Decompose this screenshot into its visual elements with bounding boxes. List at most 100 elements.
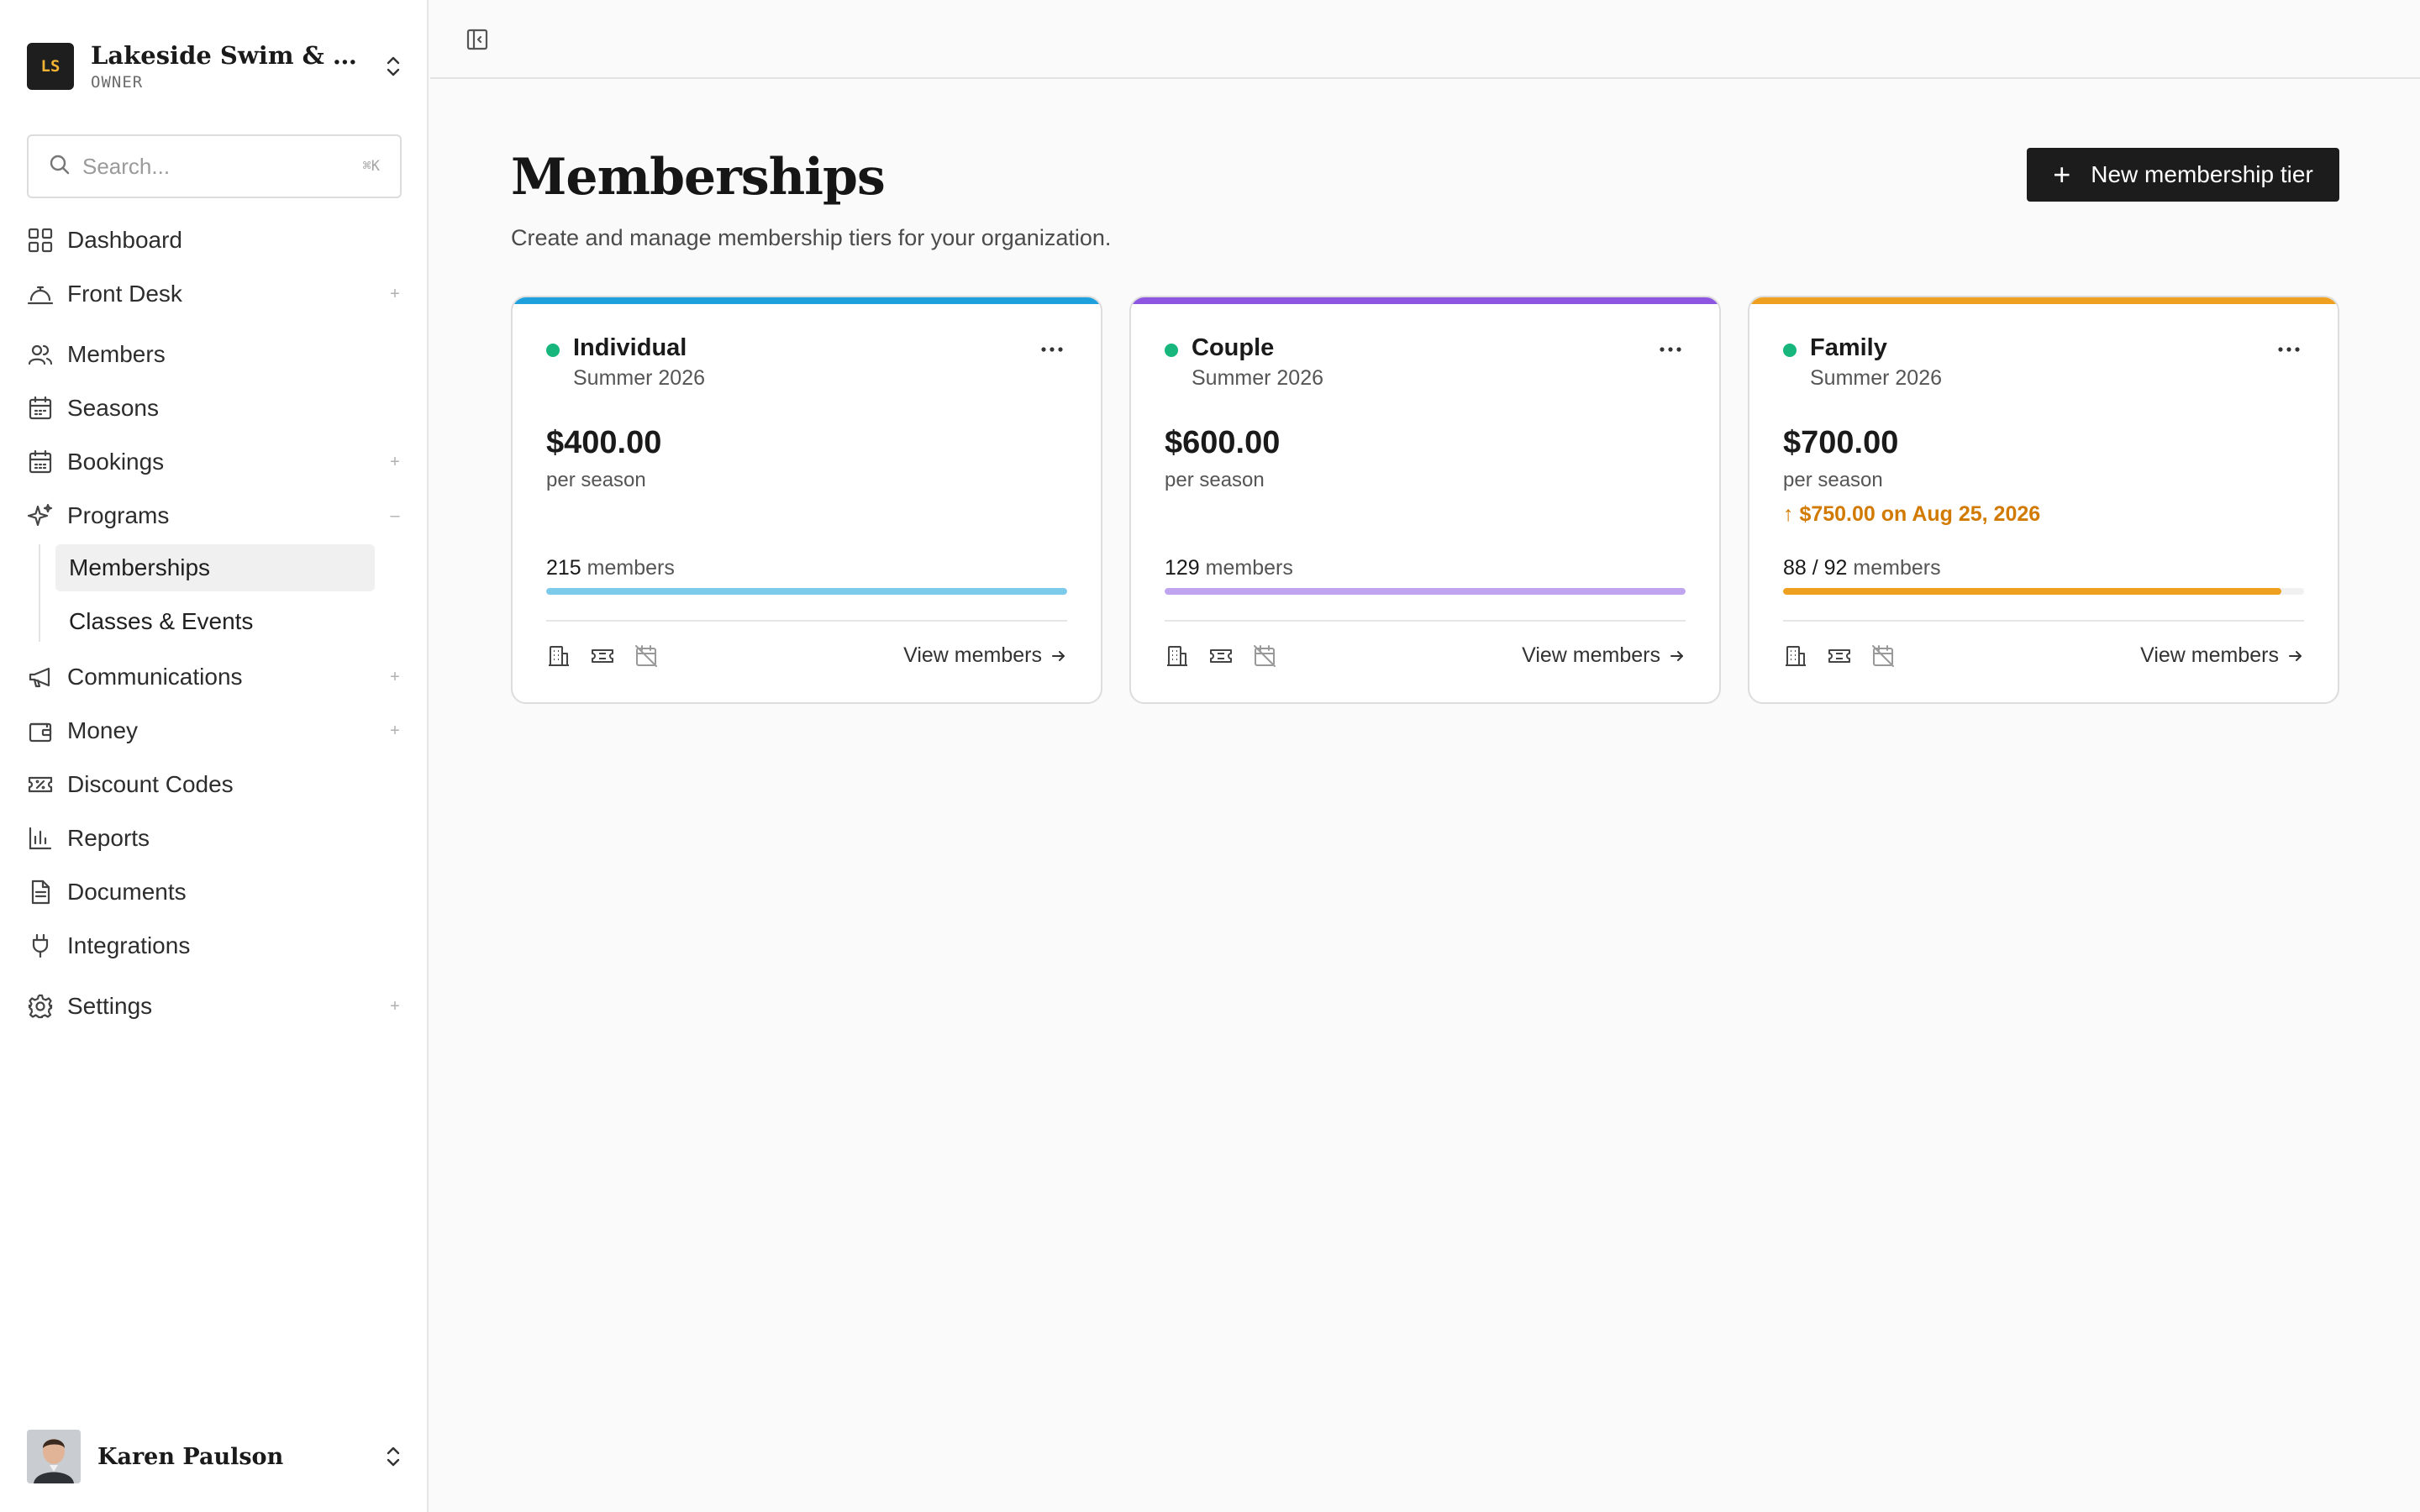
building-icon [1783, 643, 1808, 669]
sidebar-toggle-button[interactable] [462, 25, 492, 55]
tier-period: per season [1165, 469, 1265, 491]
status-dot [1783, 344, 1797, 357]
ticket-percent-icon [27, 771, 54, 798]
expand-icon[interactable]: + [388, 997, 402, 1016]
user-menu[interactable]: Karen Paulson [27, 1430, 405, 1483]
nav-memberships[interactable]: Memberships [55, 544, 375, 591]
tier-members: 129 members [1165, 556, 1293, 580]
nav-bookings[interactable]: Bookings + [27, 438, 402, 486]
link-label: View members [903, 643, 1042, 667]
building-icon [1165, 643, 1190, 669]
nav-settings[interactable]: Settings + [27, 983, 402, 1030]
button-label: New membership tier [2091, 161, 2313, 187]
users-icon [27, 341, 54, 368]
document-icon [27, 879, 54, 906]
capacity-fill [546, 588, 1067, 595]
expand-icon[interactable]: + [388, 453, 402, 472]
org-role: OWNER [91, 73, 144, 92]
members-label: members [587, 556, 675, 580]
concierge-bell-icon [27, 281, 54, 307]
nav-front-desk[interactable]: Front Desk + [27, 270, 402, 318]
more-options-button[interactable] [1037, 338, 1067, 361]
search-icon [49, 154, 71, 180]
building-icon [546, 643, 571, 669]
nav-programs[interactable]: Programs – [27, 492, 402, 539]
nav-label: Seasons [67, 395, 159, 421]
capacity-fill [1165, 588, 1686, 595]
new-membership-tier-button[interactable]: + New membership tier [2027, 148, 2339, 202]
sparkles-icon [27, 502, 54, 529]
capacity-bar [1165, 588, 1686, 595]
tier-card-family: Family Summer 2026 $700.00 per season ↑ … [1748, 296, 2339, 704]
dashboard-icon [27, 227, 54, 254]
search-input[interactable] [82, 153, 334, 180]
ticket-icon [1827, 643, 1852, 669]
megaphone-icon [27, 664, 54, 690]
gear-icon [27, 993, 54, 1020]
search-shortcut: ⌘K [362, 158, 380, 175]
link-label: View members [1522, 643, 1660, 667]
members-label: members [1205, 556, 1293, 580]
calendar-grid-icon [27, 449, 54, 475]
sidebar: LS Lakeside Swim & Ten... OWNER ⌘K Dashb… [0, 0, 429, 1512]
expand-icon[interactable]: + [388, 722, 402, 741]
nav-reports[interactable]: Reports [27, 815, 402, 862]
expand-icon[interactable]: + [388, 285, 402, 304]
org-switcher[interactable]: LS Lakeside Swim & Ten... OWNER [27, 40, 405, 92]
members-count: 88 / 92 [1783, 556, 1848, 580]
chevron-up-down-icon[interactable] [381, 50, 405, 83]
tier-period: per season [546, 469, 646, 491]
tier-price: $400.00 [546, 425, 662, 460]
card-divider [1165, 620, 1686, 622]
nav-seasons[interactable]: Seasons [27, 385, 402, 432]
nav-label: Settings [67, 993, 153, 1019]
nav-integrations[interactable]: Integrations [27, 922, 402, 969]
arrow-right-icon [1050, 648, 1067, 664]
members-count: 129 [1165, 556, 1200, 580]
nav-classes-events[interactable]: Classes & Events [55, 598, 375, 645]
view-members-link[interactable]: View members [903, 643, 1067, 668]
card-divider [1783, 620, 2304, 622]
tier-upcoming-price: ↑ $750.00 on Aug 25, 2026 [1783, 502, 2041, 526]
members-label: members [1853, 556, 1941, 580]
more-options-button[interactable] [1655, 338, 1686, 361]
view-members-link[interactable]: View members [2140, 643, 2304, 668]
collapse-icon[interactable]: – [388, 507, 402, 526]
tier-members: 215 members [546, 556, 675, 580]
nav-label: Bookings [67, 449, 165, 475]
plug-icon [27, 932, 54, 959]
nav-documents[interactable]: Documents [27, 869, 402, 916]
capacity-fill [1783, 588, 2282, 595]
tier-card-couple: Couple Summer 2026 $600.00 per season 12… [1129, 296, 1721, 704]
status-dot [546, 344, 560, 357]
nav-money[interactable]: Money + [27, 707, 402, 754]
calendar-off-icon [1252, 643, 1277, 669]
search-box[interactable]: ⌘K [27, 134, 402, 198]
nav-label: Discount Codes [67, 771, 234, 797]
view-members-link[interactable]: View members [1522, 643, 1686, 668]
more-options-button[interactable] [2274, 338, 2304, 361]
nav-label: Programs [67, 502, 170, 528]
nav-label: Money [67, 717, 139, 743]
chevron-up-down-icon[interactable] [381, 1440, 405, 1473]
card-divider [546, 620, 1067, 622]
page-title: Memberships [511, 148, 886, 207]
calendar-icon [27, 395, 54, 422]
top-bar [430, 0, 2420, 79]
nav-discount-codes[interactable]: Discount Codes [27, 761, 402, 808]
nav-label: Communications [67, 664, 243, 690]
card-accent-bar [513, 297, 1101, 304]
tier-price: $700.00 [1783, 425, 1899, 460]
expand-icon[interactable]: + [388, 668, 402, 687]
nav-members[interactable]: Members [27, 331, 402, 378]
nav-dashboard[interactable]: Dashboard [27, 217, 402, 264]
tier-period: per season [1783, 469, 1883, 491]
nav-label: Front Desk [67, 281, 182, 307]
nav-label: Integrations [67, 932, 191, 958]
nav-communications[interactable]: Communications + [27, 654, 402, 701]
org-name: Lakeside Swim & Ten... [91, 41, 368, 70]
tier-members: 88 / 92 members [1783, 556, 1941, 580]
calendar-off-icon [634, 643, 659, 669]
more-horizontal-icon [1041, 347, 1063, 352]
card-accent-bar [1131, 297, 1719, 304]
